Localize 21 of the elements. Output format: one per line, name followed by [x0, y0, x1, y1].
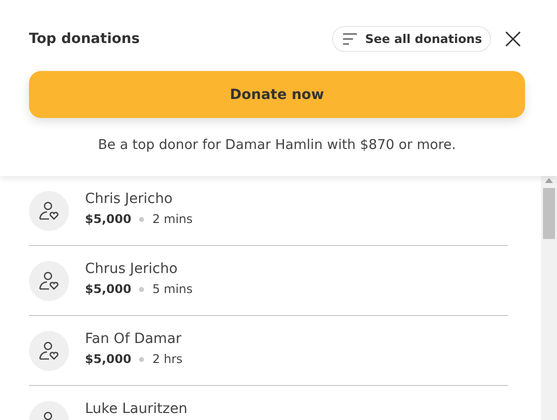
- donation-amount: $5,000: [85, 352, 132, 366]
- separator-dot: [139, 286, 144, 292]
- top-donor-note: Be a top donor for Damar Hamlin with $870 or more.: [97, 137, 457, 153]
- scroll-up-arrow-icon[interactable]: [545, 178, 553, 183]
- donor-name: Chrus Jericho: [85, 261, 179, 277]
- sort-lines-icon: [343, 33, 358, 45]
- donation-time: 5 mins: [152, 282, 193, 296]
- donor-name: Fan Of Damar: [85, 331, 182, 347]
- donation-amount: $5,000: [85, 282, 132, 296]
- see-all-donations-button[interactable]: See all donations: [332, 26, 491, 52]
- scrollbar-thumb[interactable]: [543, 188, 555, 239]
- donation-time: 2 mins: [152, 212, 193, 226]
- separator-dot: [139, 356, 144, 362]
- donation-amount: $5,000: [85, 212, 132, 226]
- separator-dot: [139, 216, 144, 222]
- donate-now-button[interactable]: Donate now: [29, 71, 525, 118]
- donor-name: Chris Jericho: [85, 191, 174, 207]
- donation-time: 2 hrs: [152, 352, 183, 366]
- scrollbar-track[interactable]: [541, 176, 557, 420]
- donor-name: Luke Lauritzen: [85, 401, 188, 417]
- panel-title: Top donations: [29, 31, 140, 47]
